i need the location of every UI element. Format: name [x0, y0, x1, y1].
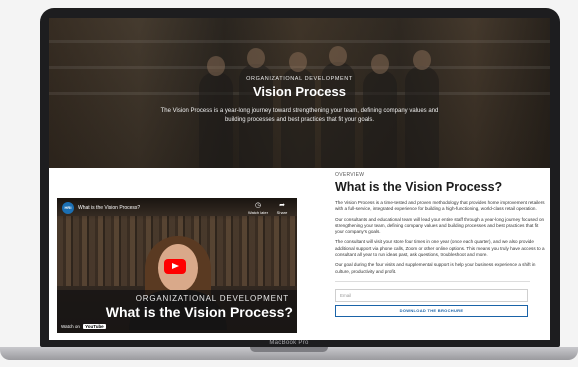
hero-description: The Vision Process is a year-long journe… [160, 108, 439, 123]
watch-on-youtube-link[interactable]: Watch on YouTube [61, 324, 106, 329]
video-player[interactable]: HRI What is the Vision Process? ◷ Watch … [57, 198, 297, 333]
laptop-model-label: MacBook Pro [269, 340, 309, 346]
hero-shelf [49, 40, 550, 43]
overview-section: OVERVIEW What is the Vision Process? The… [335, 172, 545, 317]
laptop-base-notch [250, 347, 328, 352]
youtube-logo: YouTube [83, 324, 106, 329]
overview-paragraph: The consultant will visit your store fou… [335, 239, 545, 258]
play-button[interactable] [164, 259, 186, 274]
overview-title: What is the Vision Process? [335, 180, 503, 194]
laptop-screen: ORGANIZATIONAL DEVELOPMENT Vision Proces… [49, 18, 550, 340]
share-icon: ➦ [279, 202, 285, 209]
overview-paragraph: Our consultants and educational team wil… [335, 216, 545, 235]
download-brochure-button[interactable]: DOWNLOAD THE BROCHURE [335, 304, 528, 317]
share-button[interactable]: ➦ Share [269, 202, 295, 215]
watch-later-label: Watch later [247, 210, 269, 215]
overview-paragraph: The Vision Process is a time-tested and … [335, 200, 545, 212]
clock-icon: ◷ [254, 202, 262, 209]
email-field[interactable]: Email [335, 288, 528, 302]
video-caption-title: What is the Vision Process? [105, 304, 293, 320]
overview-eyebrow: OVERVIEW [335, 172, 365, 178]
channel-logo-icon[interactable]: HRI [62, 202, 74, 214]
form-divider [335, 280, 530, 282]
watch-later-button[interactable]: ◷ Watch later [245, 202, 271, 215]
video-caption-eyebrow: ORGANIZATIONAL DEVELOPMENT [135, 294, 289, 303]
hero-title: Vision Process [253, 84, 346, 99]
hero-banner: ORGANIZATIONAL DEVELOPMENT Vision Proces… [49, 18, 550, 168]
hero-eyebrow: ORGANIZATIONAL DEVELOPMENT [246, 76, 353, 82]
share-label: Share [276, 210, 288, 215]
watch-on-label: Watch on [61, 324, 80, 329]
hero-text: ORGANIZATIONAL DEVELOPMENT Vision Proces… [49, 76, 550, 124]
video-title[interactable]: What is the Vision Process? [78, 205, 140, 211]
overview-paragraph: Our goal during the four visits and supp… [335, 262, 536, 274]
